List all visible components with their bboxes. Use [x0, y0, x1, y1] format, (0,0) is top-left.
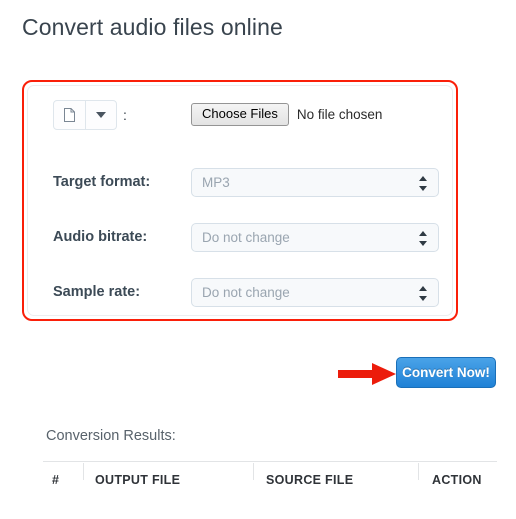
label-separator: :	[123, 107, 127, 123]
target-format-value: MP3	[202, 175, 230, 190]
file-type-selector: :	[53, 99, 127, 131]
document-icon[interactable]	[54, 101, 85, 129]
audio-bitrate-value: Do not change	[202, 230, 290, 245]
sample-rate-label: Sample rate:	[53, 284, 141, 300]
column-header-output-file: OUTPUT FILE	[95, 473, 181, 487]
file-type-button-group[interactable]	[53, 100, 117, 130]
column-divider	[253, 463, 254, 480]
conversion-form-card: : Choose Files No file chosen Target for…	[27, 85, 453, 316]
conversion-results-table: # OUTPUT FILE SOURCE FILE ACTION	[43, 461, 497, 500]
sample-rate-row: Sample rate: Do not change	[28, 278, 452, 308]
file-chosen-status: No file chosen	[296, 106, 383, 122]
column-header-source-file: SOURCE FILE	[266, 473, 354, 487]
spinner-arrows-icon	[419, 176, 428, 191]
audio-bitrate-select[interactable]: Do not change	[191, 223, 439, 252]
target-format-label: Target format:	[53, 174, 151, 190]
sample-rate-select[interactable]: Do not change	[191, 278, 439, 307]
chevron-down-icon[interactable]	[85, 101, 116, 129]
audio-bitrate-label: Audio bitrate:	[53, 229, 148, 245]
audio-bitrate-row: Audio bitrate: Do not change	[28, 223, 452, 253]
spinner-arrows-icon	[419, 286, 428, 301]
target-format-row: Target format: MP3	[28, 168, 452, 198]
target-format-select[interactable]: MP3	[191, 168, 439, 197]
column-divider	[83, 463, 84, 480]
spinner-arrows-icon	[419, 231, 428, 246]
page-title: Convert audio files online	[22, 14, 283, 40]
choose-files-button[interactable]: Choose Files	[191, 102, 289, 126]
table-header-row: # OUTPUT FILE SOURCE FILE ACTION	[43, 462, 497, 500]
sample-rate-value: Do not change	[202, 285, 290, 300]
convert-now-button[interactable]: Convert Now!	[396, 357, 496, 388]
column-divider	[418, 463, 419, 480]
file-upload-input[interactable]: Choose Files No file chosen	[191, 100, 382, 128]
form-highlight-annotation: : Choose Files No file chosen Target for…	[22, 80, 458, 321]
conversion-results-heading: Conversion Results:	[46, 428, 176, 444]
red-arrow-annotation	[338, 363, 396, 385]
column-header-action: ACTION	[432, 473, 482, 487]
column-header-index: #	[52, 473, 60, 487]
